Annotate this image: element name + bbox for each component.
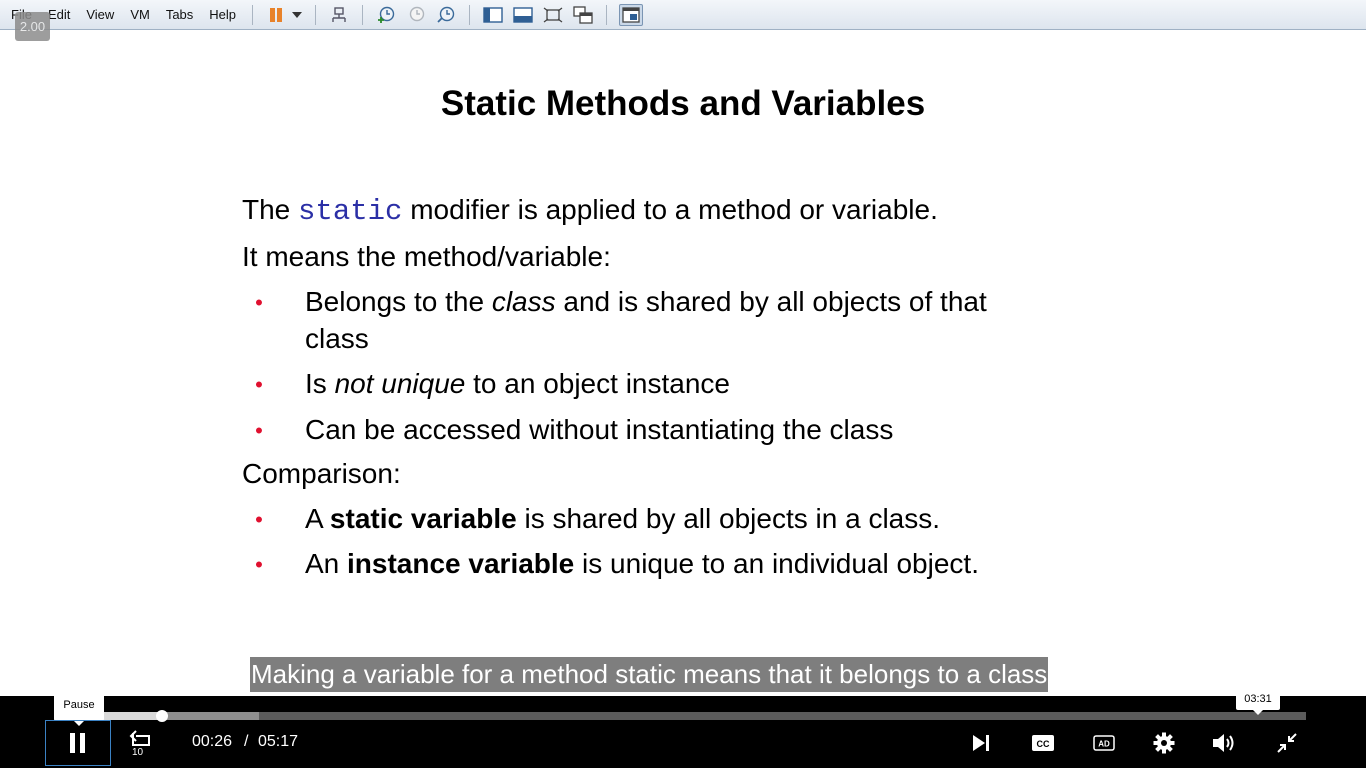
volume-button[interactable] xyxy=(1210,728,1240,758)
bullet-text: is unique to an individual object. xyxy=(574,548,979,579)
bullet-dot: • xyxy=(255,552,263,577)
toolbar-separator xyxy=(362,4,364,25)
bullet-belongs-to-class: Belongs to the class and is shared by al… xyxy=(305,286,987,318)
snapshot-take-icon[interactable] xyxy=(375,5,397,25)
suspend-icon[interactable] xyxy=(265,5,287,25)
toolbar-separator xyxy=(469,4,471,25)
menu-tabs[interactable]: Tabs xyxy=(158,5,201,25)
audio-description-icon: AD xyxy=(1093,735,1115,751)
gear-icon xyxy=(1153,732,1175,754)
bullet-belongs-continuation: class xyxy=(305,323,369,354)
bullet-text: An xyxy=(305,548,348,579)
bullet-text: is shared by all objects in a class. xyxy=(516,503,941,534)
show-thumbnail-bar-icon[interactable] xyxy=(512,5,534,25)
power-dropdown-icon[interactable] xyxy=(291,5,303,25)
svg-text:10: 10 xyxy=(132,747,144,757)
bullet-emphasis: class xyxy=(491,286,556,317)
rewind-10-button[interactable]: 10 xyxy=(126,728,156,758)
time-separator: / xyxy=(244,733,249,750)
bullet-strong: instance variable xyxy=(347,548,575,579)
bullet-text: Belongs to the xyxy=(305,286,492,317)
menu-view[interactable]: View xyxy=(78,5,122,25)
slide-title: Static Methods and Variables xyxy=(440,84,926,123)
intro-text: The xyxy=(242,194,299,225)
bullet-text: and is shared by all objects of that xyxy=(555,286,987,317)
exit-fullscreen-button[interactable] xyxy=(1272,728,1302,758)
hover-time-tooltip: 03:31 xyxy=(1236,688,1280,715)
settings-button[interactable] xyxy=(1149,728,1179,758)
bullet-accessed-without-instantiating: Can be accessed without instantiating th… xyxy=(305,414,894,445)
next-button[interactable] xyxy=(966,728,996,758)
bullet-text: Is xyxy=(305,368,335,399)
closed-captions-button[interactable]: CC xyxy=(1028,728,1058,758)
snapshot-revert-icon xyxy=(405,5,427,25)
menu-help[interactable]: Help xyxy=(201,5,244,25)
playback-speed-badge: 2.00 xyxy=(15,12,50,41)
bullet-dot: • xyxy=(255,418,263,443)
intro-text: modifier is applied to a method or varia… xyxy=(402,194,938,225)
pause-tooltip: Pause xyxy=(54,689,104,726)
menu-vm[interactable]: VM xyxy=(122,5,158,25)
duration: 05:17 xyxy=(258,733,299,750)
exit-fullscreen-icon xyxy=(1277,733,1297,753)
bullet-text: to an object instance xyxy=(465,368,730,399)
closed-captions-icon: CC xyxy=(1032,735,1054,751)
current-time: 00:26 xyxy=(192,733,233,750)
snapshot-manager-icon[interactable] xyxy=(435,5,457,25)
bullet-dot: • xyxy=(255,290,263,315)
svg-text:AD: AD xyxy=(1098,740,1110,749)
toolbar-separator xyxy=(606,4,608,25)
static-keyword: static xyxy=(298,195,403,228)
slide-intro: The static modifier is applied to a meth… xyxy=(242,194,938,228)
unity-mode-icon[interactable] xyxy=(572,5,594,25)
show-library-icon[interactable] xyxy=(482,5,504,25)
closed-caption: Making a variable for a method static me… xyxy=(250,657,1049,692)
send-ctrl-alt-del-icon[interactable] xyxy=(328,5,350,25)
bullet-static-variable: A static variable is shared by all objec… xyxy=(305,503,940,535)
rewind-10-icon: 10 xyxy=(129,730,150,757)
svg-text:CC: CC xyxy=(1037,739,1050,749)
bullet-strong: static variable xyxy=(329,503,517,534)
bullet-text: A xyxy=(305,503,330,534)
audio-description-button[interactable]: AD xyxy=(1089,728,1119,758)
bullet-not-unique: Is not unique to an object instance xyxy=(305,368,730,400)
pause-icon xyxy=(70,733,85,753)
pause-button[interactable] xyxy=(45,720,111,766)
toolbar-separator xyxy=(252,4,254,25)
bullet-instance-variable: An instance variable is unique to an ind… xyxy=(305,548,979,580)
toolbar-separator xyxy=(315,4,317,25)
volume-icon xyxy=(1213,734,1234,752)
bullet-emphasis: not unique xyxy=(334,368,466,399)
bullet-dot: • xyxy=(255,507,263,532)
console-view-icon[interactable] xyxy=(619,3,644,26)
bullet-dot: • xyxy=(255,372,263,397)
full-screen-icon[interactable] xyxy=(542,5,564,25)
vm-toolbar: File Edit View VM Tabs Help xyxy=(0,0,1366,30)
slide-means-line: It means the method/variable: xyxy=(242,241,611,272)
slide-comparison-heading: Comparison: xyxy=(242,458,401,489)
skip-next-icon xyxy=(973,735,989,751)
